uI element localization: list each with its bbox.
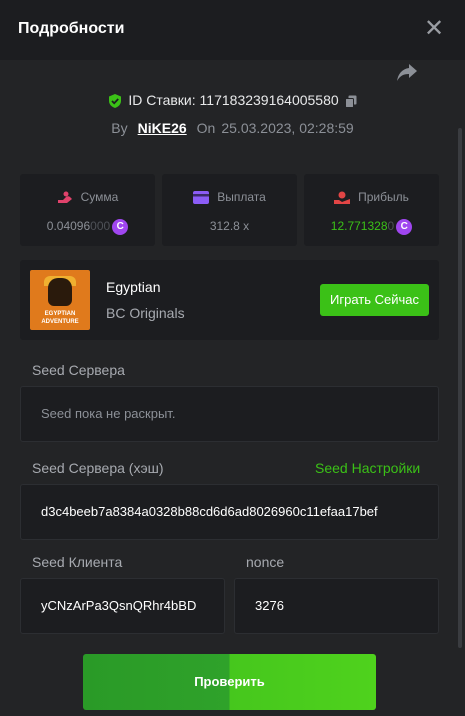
copy-icon[interactable] — [344, 95, 357, 108]
client-seed-field[interactable]: yCNzArPa3QsnQRhr4bBD — [20, 578, 225, 634]
modal-header: Подробности ✕ — [0, 0, 465, 60]
thumb-title-line-1: EGYPTIAN — [44, 311, 76, 317]
payout-card: Выплата 312.8 x — [162, 174, 297, 246]
amount-card: Сумма 0.04096000 C — [20, 174, 155, 246]
wallet-icon — [193, 191, 210, 205]
thumb-title-line-2: ADVENTURE — [41, 319, 79, 325]
bet-id-row: ID Ставки: 117183239164005580 — [0, 92, 465, 112]
client-seed-label: Seed Клиента — [32, 554, 123, 570]
amount-label-row: Сумма — [20, 190, 155, 205]
server-hash-field[interactable]: d3c4beeb7a8384a0328b88cd6d6ad8026960c11e… — [20, 484, 439, 540]
amount-label: Сумма — [80, 190, 119, 204]
server-seed-label: Seed Сервера — [32, 362, 125, 378]
bet-datetime: 25.03.2023, 02:28:59 — [221, 120, 354, 136]
verify-button[interactable]: Проверить — [83, 654, 376, 710]
profit-icon — [334, 191, 351, 204]
profit-value-trailing: 0 — [387, 219, 395, 234]
amount-value: 0.04096 — [46, 219, 91, 234]
game-card: EGYPTIAN ADVENTURE Egyptian BC Originals… — [20, 260, 439, 340]
payout-label: Выплата — [217, 190, 266, 204]
bet-details-modal: Подробности ✕ ID Ставки: 117183239164005… — [0, 0, 465, 716]
payout-label-row: Выплата — [162, 190, 297, 205]
play-now-button[interactable]: Играть Сейчас — [320, 284, 429, 316]
scrollbar[interactable] — [458, 128, 462, 648]
server-seed-field: Seed пока не раскрыт. — [20, 386, 439, 442]
user-link[interactable]: NiKE26 — [138, 120, 187, 136]
amount-value-trailing: 000 — [90, 219, 111, 234]
share-icon[interactable] — [396, 62, 418, 82]
close-icon[interactable]: ✕ — [424, 16, 444, 42]
nonce-value: 3276 — [255, 598, 284, 613]
game-name: Egyptian — [106, 279, 161, 295]
profit-label: Прибыль — [358, 190, 409, 204]
by-label: By — [111, 120, 128, 136]
nonce-field[interactable]: 3276 — [234, 578, 439, 634]
game-provider: BC Originals — [106, 305, 185, 321]
client-seed-value: yCNzArPa3QsnQRhr4bBD — [41, 598, 197, 613]
bet-author-row: By NiKE26 On 25.03.2023, 02:28:59 — [0, 120, 465, 140]
modal-title: Подробности — [18, 20, 125, 37]
server-hash-label: Seed Сервера (хэш) — [32, 460, 164, 476]
game-thumbnail[interactable]: EGYPTIAN ADVENTURE — [30, 270, 90, 330]
bet-id-label: ID Ставки: — [128, 92, 196, 108]
profit-label-row: Прибыль — [304, 190, 439, 205]
payout-value: 312.8 x — [209, 219, 250, 233]
amount-value-row: 0.04096000 C — [20, 219, 155, 235]
on-label: On — [196, 120, 216, 136]
bet-id-value: 117183239164005580 — [199, 92, 339, 108]
seed-settings-link[interactable]: Seed Настройки — [315, 460, 420, 476]
coin-icon: C — [396, 219, 413, 235]
profit-card: Прибыль 12.7713280 C — [304, 174, 439, 246]
shield-check-icon — [109, 94, 122, 109]
profit-value: 12.771328 — [330, 219, 388, 234]
server-hash-value: d3c4beeb7a8384a0328b88cd6d6ad8026960c11e… — [41, 504, 378, 519]
coin-icon: C — [112, 219, 129, 235]
nonce-label: nonce — [246, 554, 285, 570]
amount-icon — [57, 191, 72, 203]
profit-value-row: 12.7713280 C — [304, 219, 439, 235]
server-seed-value: Seed пока не раскрыт. — [41, 406, 176, 421]
